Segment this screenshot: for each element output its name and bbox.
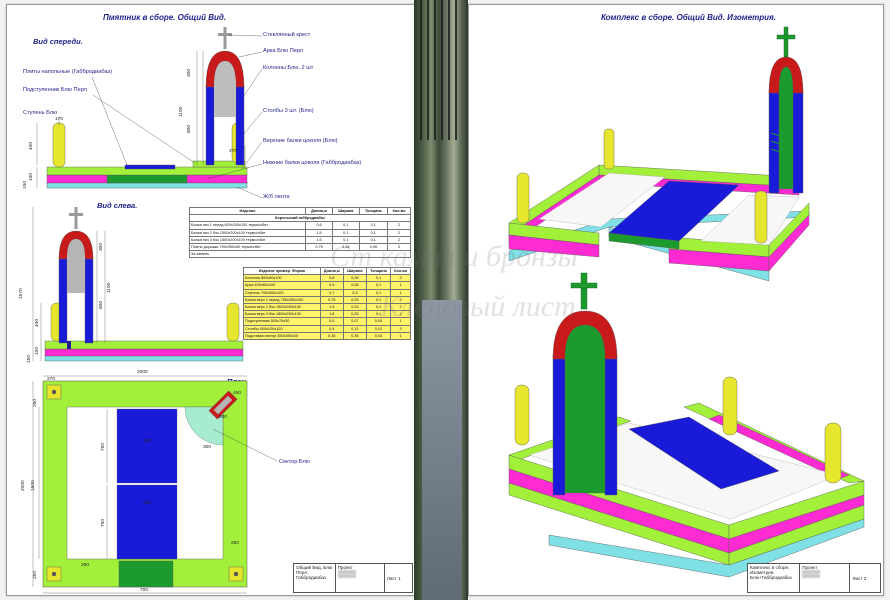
dim-plan-350b: 350 — [143, 501, 152, 506]
title-block-2-name: Комплекс в сборе. Изометрия. Блю+Габброд… — [750, 565, 792, 580]
dim-plan-2000h: 2000 — [21, 480, 26, 491]
title-block-1: Общий Вид. Блю Перл. Габбродиабаз Проект… — [293, 563, 413, 593]
plan-view-drawing — [32, 375, 278, 594]
dim-plan-750a: 750 — [101, 442, 106, 451]
cross-icon — [570, 272, 598, 310]
dim-plan-700: 700 — [140, 588, 149, 593]
dim-plan-270: 270 — [47, 377, 56, 382]
cross-icon — [776, 26, 796, 58]
dim-plan-750b: 750 — [101, 518, 106, 527]
dim-plan-250b: 250 — [33, 570, 38, 579]
sheet-2-drawing: Комплекс в сборе. Общий Вид. Изометрия. — [468, 4, 884, 596]
dim-plan-250d: 250 — [231, 541, 240, 546]
sheet-1-drawing: Пмятник в сборе. Общий Вид. Вид спереди. — [6, 4, 416, 596]
label-sector: Сектор Блю — [279, 459, 311, 465]
title-block-2: Комплекс в сборе. Изометрия. Блю+Габброд… — [747, 563, 881, 593]
dim-plan-250c: 250 — [81, 563, 90, 568]
plan-step — [118, 560, 174, 588]
dim-plan-2000w: 2000 — [137, 370, 148, 375]
title-block-2-sheet: Лист 2 — [849, 564, 880, 592]
iso-complex-2 — [508, 272, 865, 578]
dim-plan-350a: 350 — [143, 439, 152, 444]
dim-plan-450: 450 — [233, 391, 242, 396]
iso-complex-1 — [508, 26, 810, 282]
dim-plan-300: 300 — [203, 445, 212, 450]
dim-plan-800: 800 — [219, 415, 228, 420]
title-block-sheet: Лист 1 — [383, 564, 412, 592]
background-photo-strip — [414, 0, 468, 600]
isometric-drawing — [508, 26, 865, 578]
dim-plan-1500: 1500 — [31, 480, 36, 491]
dim-plan-250a: 250 — [33, 398, 38, 407]
fence-rail — [420, 0, 460, 140]
plan-tile-1 — [116, 408, 178, 484]
title-block-name: Общий Вид. Блю Перл. Габбродиабаз — [296, 565, 333, 580]
granite-stone — [422, 300, 462, 600]
plan-tile-2 — [116, 484, 178, 560]
